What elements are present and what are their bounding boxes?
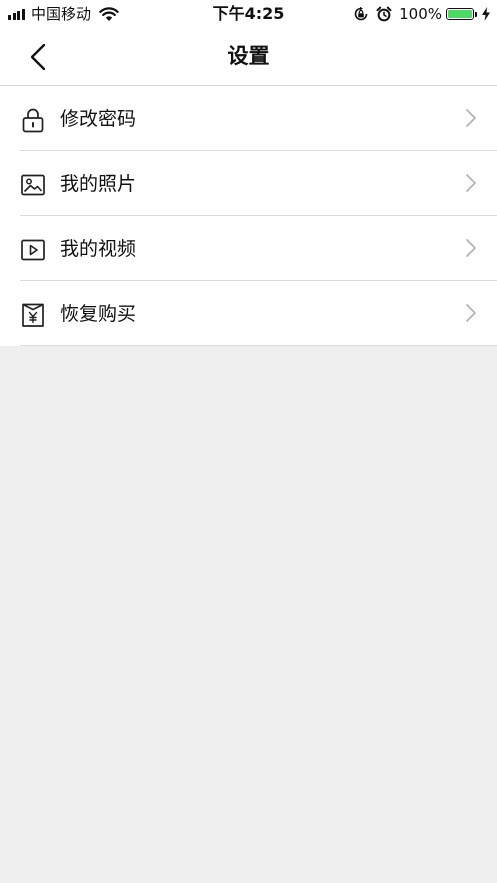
menu-item-label: 恢复购买 (60, 303, 137, 325)
navigation-bar: 设置 (0, 28, 497, 86)
alarm-icon (376, 6, 392, 22)
menu-item-restore-purchase[interactable]: 恢复购买 (0, 281, 497, 346)
menu-item-label: 我的视频 (60, 238, 137, 260)
menu-item-label: 我的照片 (60, 173, 137, 195)
photo-icon (21, 174, 45, 196)
battery-tip (475, 11, 477, 17)
charging-icon (482, 7, 490, 21)
orientation-lock-icon (354, 6, 368, 21)
status-bar: 中国移动 下午4:25 100% (0, 0, 497, 28)
chevron-right-icon (466, 109, 476, 127)
battery-level-fill (448, 10, 472, 18)
page-title: 设置 (227, 44, 270, 68)
purchase-bag-icon (22, 303, 44, 327)
status-bar-right: 100% (353, 4, 491, 24)
chevron-right-icon (466, 239, 476, 257)
chevron-right-icon (466, 174, 476, 192)
menu-item-my-videos[interactable]: 我的视频 (0, 216, 497, 281)
divider (20, 345, 497, 346)
menu-item-change-password[interactable]: 修改密码 (0, 86, 497, 151)
battery-icon (446, 8, 474, 20)
lock-icon (22, 108, 44, 133)
settings-menu: 修改密码 我的照片 我的视频 恢复购买 (0, 86, 497, 346)
battery-percent: 100% (399, 5, 442, 23)
empty-content-area (0, 348, 497, 883)
menu-item-label: 修改密码 (60, 108, 137, 130)
chevron-right-icon (466, 304, 476, 322)
menu-item-my-photos[interactable]: 我的照片 (0, 151, 497, 216)
video-icon (21, 239, 45, 261)
